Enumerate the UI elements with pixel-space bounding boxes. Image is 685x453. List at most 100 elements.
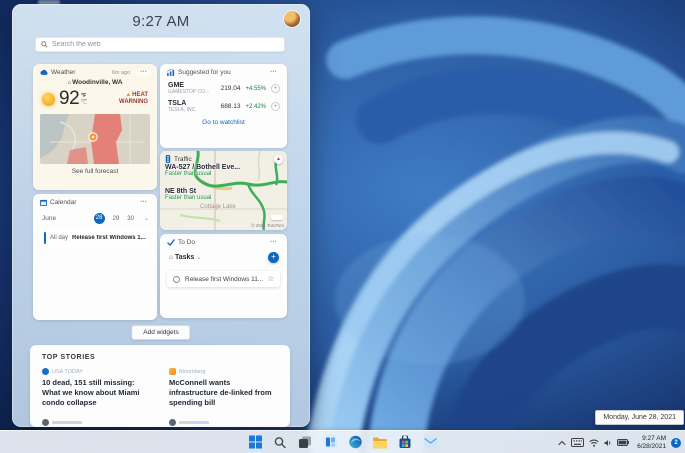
tray-chevron-up-icon[interactable] bbox=[558, 440, 566, 446]
calendar-title: Calendar bbox=[50, 199, 77, 206]
weather-updated: 6m ago bbox=[111, 69, 131, 76]
news-article[interactable]: USA TODAY 10 dead, 151 still missing: Wh… bbox=[42, 368, 151, 408]
calendar-month: June bbox=[42, 215, 57, 222]
news-source-icon bbox=[42, 368, 49, 375]
news-article[interactable]: Bloomberg McConnell wants infrastructure… bbox=[169, 368, 278, 408]
search-icon bbox=[41, 41, 48, 48]
chevron-down-icon: ⌄ bbox=[196, 255, 202, 261]
sun-icon bbox=[42, 92, 55, 106]
todo-title: To Do bbox=[178, 239, 195, 246]
star-icon[interactable]: ☆ bbox=[268, 275, 274, 283]
stock-symbol: GME bbox=[168, 82, 184, 89]
weather-widget[interactable]: Weather 6m ago ••• ⌂Woodinville, WA 92 °… bbox=[33, 64, 157, 190]
map-attribution: © 2021 TomTom bbox=[251, 223, 284, 228]
news-source: USA TODAY bbox=[52, 368, 83, 375]
search-input[interactable] bbox=[52, 41, 279, 48]
taskbar: 9:27 AM 6/28/2021 2 bbox=[0, 430, 685, 453]
battery-icon[interactable] bbox=[617, 439, 630, 446]
chevron-down-icon[interactable]: ⌄ bbox=[144, 215, 149, 222]
news-headline: McConnell wants infrastructure de-linked… bbox=[169, 378, 272, 407]
warning-triangle-icon: ▲ bbox=[125, 92, 132, 98]
traffic-route[interactable]: NE 8th St Faster than usual bbox=[165, 188, 211, 201]
search-icon bbox=[274, 436, 286, 448]
clock-time: 9:27 AM bbox=[642, 435, 666, 442]
route-status: Faster than usual bbox=[165, 195, 212, 201]
tasks-label: Tasks bbox=[174, 254, 195, 261]
news-header: TOP STORIES bbox=[42, 354, 96, 361]
folder-icon bbox=[373, 437, 387, 448]
news-source-icon bbox=[169, 419, 176, 426]
more-options-button[interactable]: ••• bbox=[136, 199, 151, 206]
weather-location: Woodinville, WA bbox=[72, 79, 123, 86]
more-options-button[interactable]: ••• bbox=[266, 239, 281, 246]
wifi-icon[interactable] bbox=[589, 439, 599, 447]
route-status: Faster than usual bbox=[165, 171, 212, 177]
calendar-date-selected[interactable]: 28 bbox=[93, 213, 105, 224]
temp-unit-c[interactable]: °C bbox=[81, 100, 87, 106]
compass-icon[interactable]: ▲ bbox=[274, 155, 283, 164]
route-name: NE 8th St bbox=[165, 188, 197, 195]
search-button[interactable] bbox=[272, 434, 289, 451]
add-to-watchlist-button[interactable]: + bbox=[271, 84, 280, 93]
calendar-date[interactable]: 30 bbox=[127, 216, 134, 222]
task-view-button[interactable] bbox=[297, 434, 314, 451]
stock-change: +2.42% bbox=[245, 103, 266, 110]
edge-button[interactable] bbox=[347, 434, 364, 451]
start-button[interactable] bbox=[247, 434, 264, 451]
home-icon: ⌂ bbox=[67, 80, 72, 86]
stocks-widget[interactable]: Suggested for you ••• GME GAMESTOP CO...… bbox=[160, 64, 287, 148]
add-task-button[interactable]: + bbox=[268, 252, 279, 263]
mail-icon bbox=[423, 437, 437, 447]
stock-price: 219.04 bbox=[220, 85, 241, 92]
see-full-forecast-link[interactable]: See full forecast bbox=[33, 168, 157, 175]
news-headline: 10 dead, 151 still missing: What we know… bbox=[42, 378, 140, 407]
weather-icon bbox=[40, 69, 48, 75]
route-name: WA-527 / Bothell Eve... bbox=[165, 164, 241, 171]
map-zoom-control[interactable] bbox=[271, 215, 283, 220]
add-to-watchlist-button[interactable]: + bbox=[271, 102, 280, 111]
calendar-widget[interactable]: Calendar ••• June 28 29 30 ⌄ All day Rel… bbox=[33, 194, 157, 320]
temp-unit-f[interactable]: °F bbox=[81, 93, 87, 100]
stock-symbol: TSLA bbox=[168, 100, 187, 107]
task-item[interactable]: Release first Windows 11... ☆ bbox=[167, 271, 280, 287]
news-section: TOP STORIES USA TODAY 10 dead, 151 still… bbox=[30, 345, 290, 427]
more-options-button[interactable]: ••• bbox=[266, 69, 281, 76]
calendar-date[interactable]: 29 bbox=[113, 216, 120, 222]
traffic-widget[interactable]: Traffic WA-527 / Bothell Eve... Faster t… bbox=[160, 151, 287, 230]
event-title: Release first Windows 1... bbox=[72, 235, 146, 241]
date-tooltip: Monday, June 28, 2021 bbox=[595, 410, 684, 425]
add-widgets-button[interactable]: Add widgets bbox=[131, 325, 191, 340]
heat-warning: ▲HEAT WARNING bbox=[119, 92, 148, 105]
traffic-route[interactable]: WA-527 / Bothell Eve... Faster than usua… bbox=[165, 164, 240, 177]
calendar-icon bbox=[40, 199, 47, 206]
widgets-panel: 9:27 AM Weather 6m ago ••• ⌂Woodinville,… bbox=[12, 4, 310, 427]
stock-row[interactable]: GME GAMESTOP CO... 219.04 +4.55% + bbox=[160, 79, 287, 97]
clock-date: 6/28/2021 bbox=[637, 442, 666, 450]
store-button[interactable] bbox=[397, 434, 414, 451]
event-row[interactable]: All day Release first Windows 1... bbox=[40, 229, 150, 247]
edge-icon bbox=[348, 435, 362, 449]
taskbar-clock[interactable]: 9:27 AM 6/28/2021 bbox=[637, 435, 666, 450]
mail-button[interactable] bbox=[422, 434, 439, 451]
search-bar[interactable] bbox=[35, 37, 285, 52]
file-explorer-button[interactable] bbox=[372, 434, 389, 451]
event-accent-bar bbox=[44, 232, 46, 244]
go-to-watchlist-link[interactable]: Go to watchlist bbox=[160, 119, 287, 126]
weather-temp: 92 bbox=[59, 88, 80, 109]
widgets-button[interactable] bbox=[322, 434, 339, 451]
stocks-icon bbox=[167, 69, 175, 76]
user-avatar[interactable] bbox=[284, 11, 300, 27]
notification-badge[interactable]: 2 bbox=[671, 437, 681, 448]
stocks-title: Suggested for you bbox=[178, 69, 231, 76]
task-checkbox[interactable] bbox=[173, 275, 180, 283]
more-options-button[interactable]: ••• bbox=[136, 69, 151, 76]
volume-icon[interactable] bbox=[604, 439, 612, 447]
task-view-icon bbox=[298, 436, 311, 448]
weather-map[interactable] bbox=[40, 114, 150, 164]
todo-widget[interactable]: To Do ••• ⌂ Tasks ⌄ + Release first Wind… bbox=[160, 234, 287, 318]
stock-row[interactable]: TSLA TESLA, INC. 688.13 +2.42% + bbox=[160, 97, 287, 115]
keyboard-icon[interactable] bbox=[571, 438, 585, 447]
store-icon bbox=[399, 435, 411, 448]
task-title: Release first Windows 11... bbox=[185, 275, 264, 283]
tasks-dropdown[interactable]: ⌂ Tasks ⌄ + bbox=[160, 249, 287, 263]
